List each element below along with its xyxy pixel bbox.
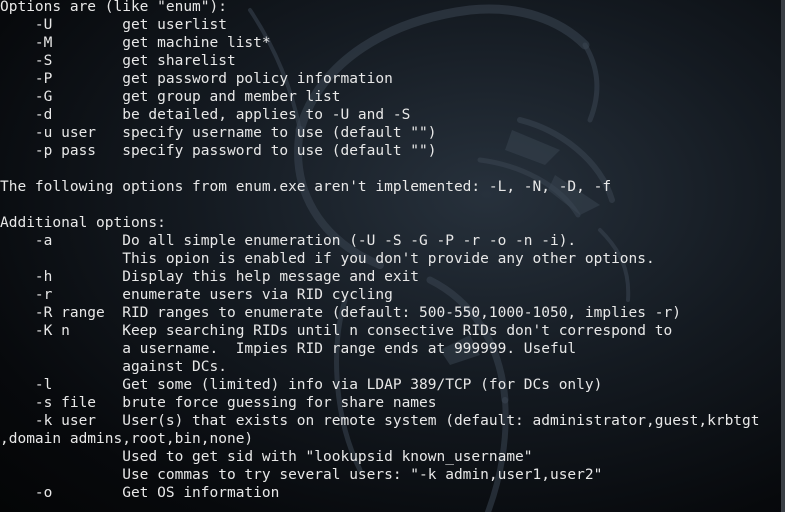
terminal-line: Options are (like "enum"): bbox=[0, 0, 227, 15]
terminal-line: a username. Impies RID range ends at 999… bbox=[0, 341, 577, 357]
terminal-line: Used to get sid with "lookupsid known_us… bbox=[0, 449, 533, 465]
terminal-line: Use commas to try several users: "-k adm… bbox=[0, 467, 603, 483]
terminal-line: -u user specify username to use (default… bbox=[0, 125, 437, 141]
terminal-line: -U get userlist bbox=[0, 17, 227, 33]
terminal-line: -S get sharelist bbox=[0, 53, 236, 69]
terminal-output: Options are (like "enum"): -U get userli… bbox=[0, 0, 781, 512]
terminal-line: -p pass specify password to use (default… bbox=[0, 143, 437, 159]
terminal-line: -o Get OS information bbox=[0, 485, 280, 501]
terminal-line: -R range RID ranges to enumerate (defaul… bbox=[0, 305, 681, 321]
terminal-line: -l Get some (limited) info via LDAP 389/… bbox=[0, 377, 603, 393]
terminal-line: against DCs. bbox=[0, 359, 227, 375]
terminal-line: The following options from enum.exe aren… bbox=[0, 179, 612, 195]
terminal-line: Additional options: bbox=[0, 215, 166, 231]
terminal-line: -a Do all simple enumeration (-U -S -G -… bbox=[0, 233, 577, 249]
scrollbar-thumb[interactable] bbox=[781, 0, 785, 512]
terminal-line: -h Display this help message and exit bbox=[0, 269, 420, 285]
terminal-line: -s file brute force guessing for share n… bbox=[0, 395, 437, 411]
scrollbar[interactable] bbox=[781, 0, 785, 512]
terminal-line: -P get password policy information bbox=[0, 71, 393, 87]
terminal-line: ,domain admins,root,bin,none) bbox=[0, 431, 254, 447]
terminal-line: This opion is enabled if you don't provi… bbox=[0, 251, 655, 267]
terminal-line: -K n Keep searching RIDs until n consect… bbox=[0, 323, 673, 339]
terminal-line: -G get group and member list bbox=[0, 89, 341, 105]
terminal-line: -d be detailed, applies to -U and -S bbox=[0, 107, 411, 123]
terminal-line: -k user User(s) that exists on remote sy… bbox=[0, 413, 760, 429]
terminal-window[interactable]: Options are (like "enum"): -U get userli… bbox=[0, 0, 785, 512]
terminal-line: -M get machine list* bbox=[0, 35, 271, 51]
terminal-line: -r enumerate users via RID cycling bbox=[0, 287, 393, 303]
